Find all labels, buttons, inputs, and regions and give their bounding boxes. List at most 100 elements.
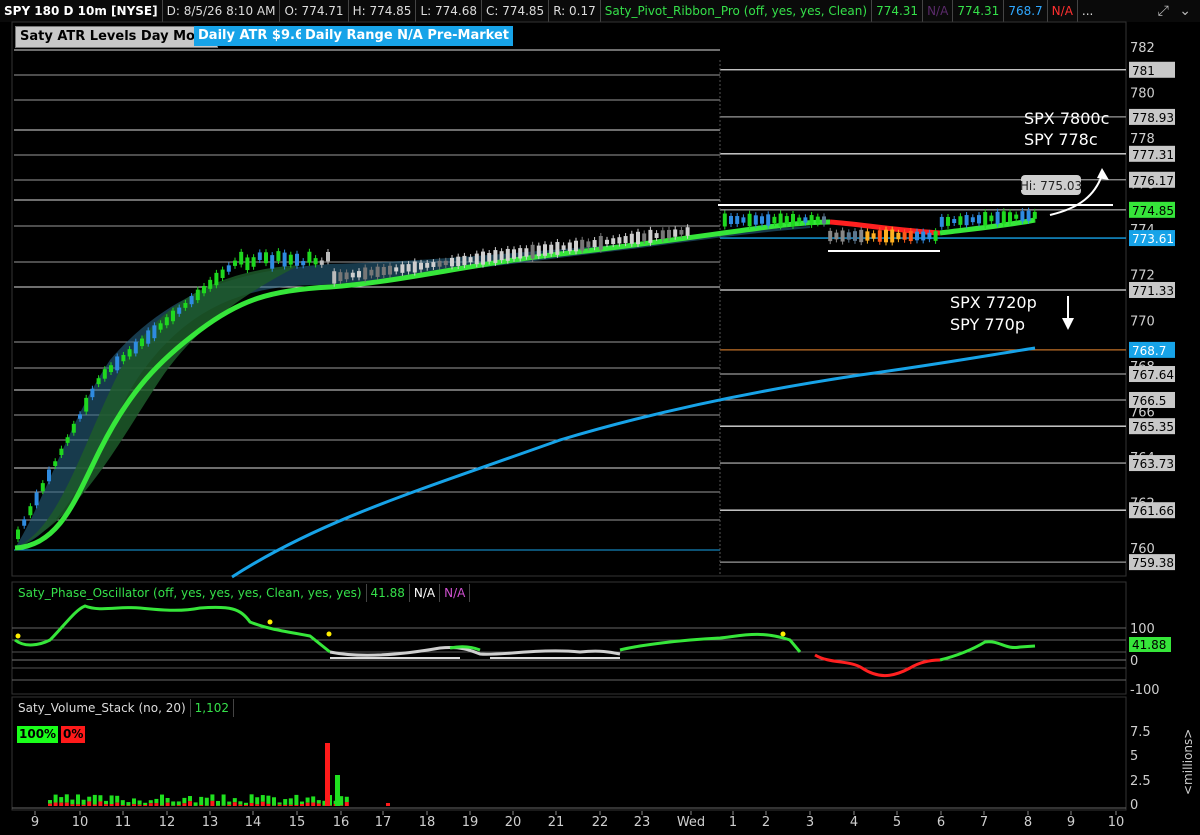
candle-body [884, 229, 888, 243]
volume-bar-buy [249, 794, 254, 804]
price-level-tag-text: 773.61 [1132, 232, 1174, 246]
x-tick-label: 3 [806, 815, 814, 830]
candle-body [902, 232, 907, 240]
candle-body [648, 229, 653, 243]
candle-body [524, 248, 529, 257]
candle-body [195, 289, 200, 301]
candle-body [16, 529, 20, 540]
candle-body [493, 250, 498, 263]
candle-body [121, 354, 126, 362]
x-tick-label: 13 [202, 815, 219, 830]
volume-bar-sell [266, 803, 271, 806]
volume-bar-sell [305, 802, 310, 806]
price-level-tag-text: 759.38 [1132, 556, 1174, 570]
candle-body [815, 216, 820, 224]
volume-bar-buy [171, 801, 176, 806]
candle-body [946, 216, 950, 226]
candle-body [561, 245, 566, 250]
candle-body [853, 231, 857, 241]
x-tick-label: 20 [505, 815, 522, 830]
volume-bar-buy [126, 802, 131, 806]
volume-bar-buy [160, 794, 164, 806]
volume-bar-sell [199, 805, 204, 806]
phase-oscillator-header: Saty_Phase_Oscillator (off, yes, yes, ye… [14, 584, 471, 602]
price-level-tag-text: 765.35 [1132, 420, 1174, 434]
candle-body [109, 365, 113, 373]
x-tick-label: 11 [115, 815, 132, 830]
candle-body [505, 248, 510, 261]
x-tick-label: 6 [937, 815, 945, 830]
candle-body [90, 388, 95, 398]
ribbon-cloud-green [15, 265, 300, 548]
candle-body [512, 249, 516, 259]
candle-body [983, 212, 988, 226]
volume-bar-sell [244, 805, 248, 806]
volume-title[interactable]: Saty_Volume_Stack (no, 20) [14, 699, 191, 717]
volume-spike-bar [335, 775, 340, 806]
volume-bar-buy [81, 799, 86, 805]
candle-body [412, 261, 417, 273]
volume-bar-sell [115, 802, 120, 806]
candle-body [921, 231, 926, 241]
volume-bar-buy [137, 800, 142, 805]
candle-body [592, 240, 597, 248]
x-tick-label: 9 [1067, 815, 1075, 830]
candle-body [1020, 211, 1025, 222]
candle-body [102, 369, 107, 379]
phase-title[interactable]: Saty_Phase_Oscillator (off, yes, yes, ye… [14, 584, 367, 602]
candle-body [722, 213, 727, 227]
phase-oscillator-green-3 [939, 640, 1036, 662]
candle-body [437, 260, 442, 267]
candle-body [766, 214, 771, 226]
phase-dot [267, 619, 273, 625]
volume-bar-buy [154, 798, 159, 804]
volume-bar-buy [70, 799, 75, 805]
candle-body [71, 423, 76, 433]
volume-bar-sell [182, 803, 187, 806]
volume-bar-buy [132, 798, 136, 805]
x-tick-label: 18 [419, 815, 436, 830]
phase-oscillator-line [14, 604, 331, 654]
candle-body [474, 253, 479, 265]
candle-body [350, 272, 355, 278]
volume-bar-sell [126, 805, 131, 806]
volume-bar-buy [115, 795, 120, 803]
volume-bar-buy [272, 797, 276, 806]
candle-body [456, 256, 461, 267]
candle-body [270, 255, 275, 269]
price-level-tag-text: 768.7 [1132, 344, 1166, 358]
phase-dot [326, 631, 332, 637]
volume-bar-sell [311, 802, 316, 806]
candle-body [220, 269, 225, 278]
candle-body [865, 231, 870, 241]
volume-bar-sell [53, 802, 58, 806]
candle-body [753, 215, 758, 225]
volume-bar-buy [143, 802, 148, 806]
phase-value-tag-text: 41.88 [1132, 638, 1166, 652]
volume-bar-sell [249, 803, 254, 806]
candle-body [896, 232, 901, 240]
volume-bar-sell [59, 802, 64, 806]
volume-value: 1,102 [191, 699, 235, 717]
candle-body [369, 269, 374, 276]
x-tick-label: 12 [159, 815, 176, 830]
candle-body [536, 245, 541, 257]
phase-dot [780, 631, 786, 637]
candle-body [549, 244, 554, 254]
phase-value: 41.88 [367, 584, 410, 602]
volume-bar-buy [316, 800, 321, 804]
candle-body [443, 260, 448, 266]
x-tick-label: 1 [729, 815, 737, 830]
candle-body [189, 296, 194, 305]
candle-body [673, 229, 678, 237]
candle-body [747, 213, 752, 227]
candle-body [65, 437, 70, 443]
volume-bar-buy [283, 799, 288, 805]
volume-bar-buy [87, 796, 92, 802]
volume-bar-buy [199, 796, 204, 806]
x-tick-label: 4 [850, 815, 858, 830]
volume-unit-label: <millions> [1181, 729, 1195, 795]
candle-body [970, 217, 975, 223]
volume-bar-buy [92, 794, 97, 805]
volume-bar-buy [120, 800, 125, 806]
